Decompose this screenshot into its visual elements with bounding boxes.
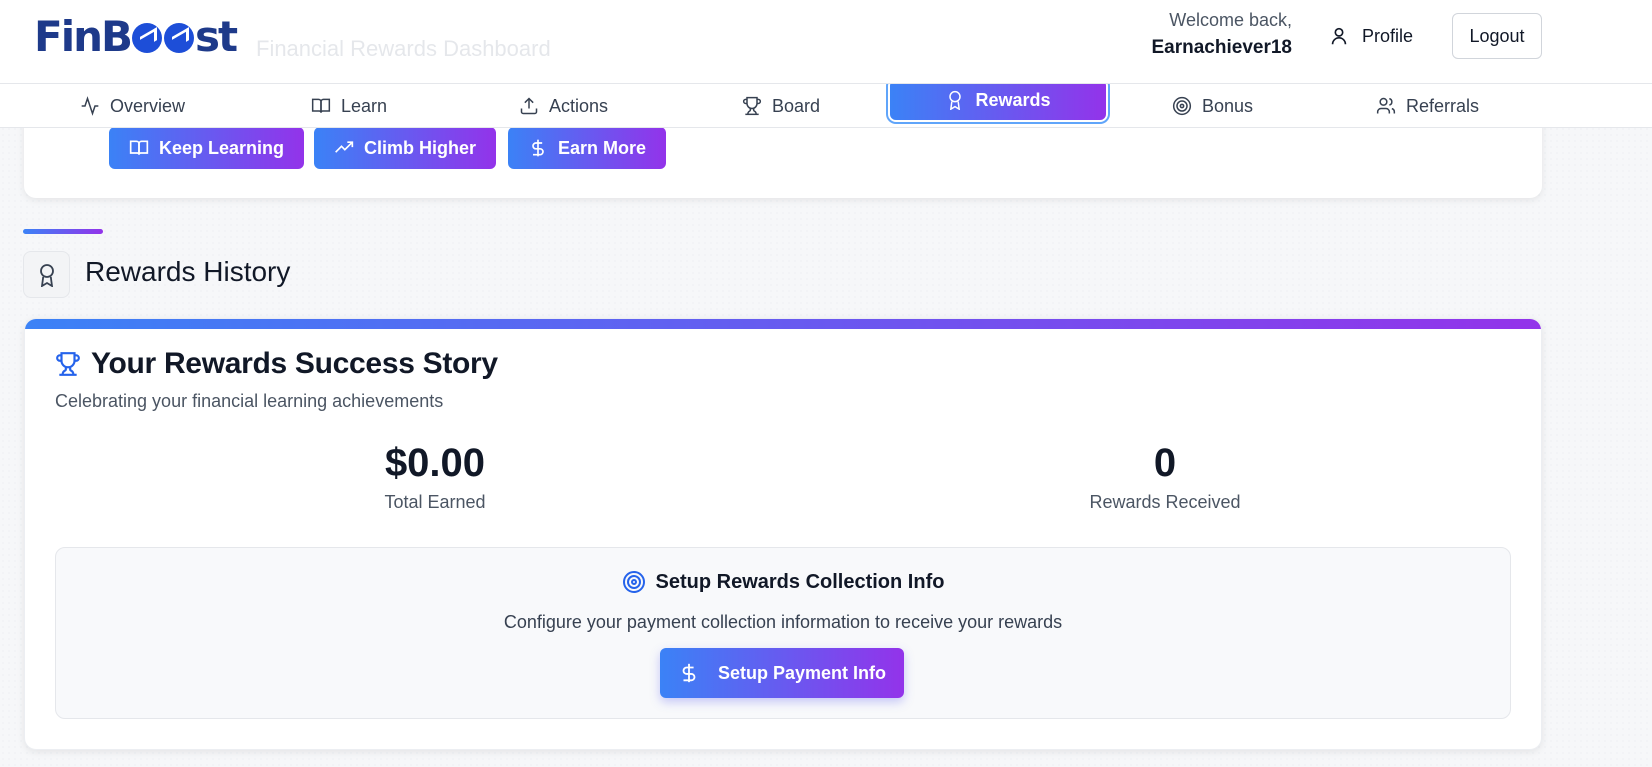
setup-rewards-box: Setup Rewards Collection Info Configure … bbox=[55, 547, 1511, 719]
setup-payment-label: Setup Payment Info bbox=[717, 662, 887, 683]
section-accent-bar bbox=[23, 229, 103, 234]
top-header: FinB st Financial Rewards Dashboard Welc… bbox=[0, 0, 1652, 84]
tab-learn-label: Learn bbox=[341, 95, 388, 116]
rewards-success-card: Your Rewards Success Story Celebrating y… bbox=[24, 318, 1542, 750]
award-icon bbox=[39, 263, 54, 287]
logo-text-suffix: st bbox=[195, 11, 238, 61]
earn-more-label: Earn More bbox=[558, 137, 647, 158]
keep-learning-label: Keep Learning bbox=[159, 137, 285, 158]
finboost-logo[interactable]: FinB st bbox=[34, 10, 238, 62]
trophy-icon bbox=[742, 96, 762, 116]
award-icon bbox=[949, 90, 962, 110]
stat-label: Rewards Received bbox=[1089, 492, 1241, 512]
stat-value: $0.00 bbox=[384, 441, 486, 485]
card-gradient-stripe bbox=[25, 319, 1541, 329]
keep-learning-button[interactable]: Keep Learning bbox=[109, 127, 305, 169]
target-icon bbox=[1172, 96, 1192, 116]
tab-rewards[interactable]: Rewards bbox=[890, 80, 1106, 120]
setup-payment-button[interactable]: Setup Payment Info bbox=[660, 648, 904, 698]
book-open-icon bbox=[311, 98, 331, 113]
tab-bonus-label: Bonus bbox=[1202, 95, 1254, 116]
tab-overview[interactable]: Overview bbox=[80, 84, 185, 128]
setup-description: Configure your payment collection inform… bbox=[503, 612, 1063, 632]
setup-title: Setup Rewards Collection Info bbox=[655, 570, 945, 593]
dollar-sign-icon bbox=[532, 139, 544, 157]
climb-higher-label: Climb Higher bbox=[364, 137, 477, 158]
logo-o-icon bbox=[164, 23, 194, 53]
logo-o-icon bbox=[132, 23, 162, 53]
card-title: Your Rewards Success Story bbox=[55, 347, 498, 381]
tab-board[interactable]: Board bbox=[742, 84, 820, 128]
welcome-text: Welcome back, bbox=[1169, 10, 1292, 30]
stat-value: 0 bbox=[1153, 441, 1177, 485]
section-award-icon-box bbox=[23, 251, 70, 298]
activity-icon bbox=[81, 96, 99, 116]
stat-rewards-received: 0 Rewards Received bbox=[1015, 441, 1315, 513]
tab-actions[interactable]: Actions bbox=[519, 84, 608, 128]
stat-total-earned: $0.00 Total Earned bbox=[285, 441, 585, 513]
logout-button[interactable]: Logout bbox=[1452, 13, 1542, 59]
stat-label: Total Earned bbox=[384, 492, 486, 512]
tab-referrals-label: Referrals bbox=[1406, 95, 1480, 116]
tab-rewards-label: Rewards bbox=[975, 89, 1051, 110]
target-icon bbox=[622, 571, 645, 593]
tab-board-label: Board bbox=[772, 95, 821, 116]
card-title-text: Your Rewards Success Story bbox=[91, 347, 498, 380]
dollar-sign-icon bbox=[682, 663, 696, 683]
section-title: Rewards History bbox=[85, 256, 291, 287]
tab-referrals[interactable]: Referrals bbox=[1376, 84, 1479, 128]
user-icon bbox=[1331, 27, 1347, 45]
tab-learn[interactable]: Learn bbox=[311, 84, 387, 128]
setup-heading: Setup Rewards Collection Info bbox=[56, 570, 1510, 594]
logo-text-prefix: FinB bbox=[34, 11, 133, 61]
profile-button[interactable]: Profile bbox=[1326, 18, 1436, 54]
welcome-block: Welcome back, Earnachiever18 bbox=[1152, 10, 1293, 59]
username: Earnachiever18 bbox=[1151, 37, 1293, 58]
tab-bonus[interactable]: Bonus bbox=[1172, 84, 1253, 128]
climb-higher-button[interactable]: Climb Higher bbox=[314, 127, 497, 169]
header-subtitle: Financial Rewards Dashboard bbox=[256, 36, 551, 61]
earn-more-button[interactable]: Earn More bbox=[508, 127, 667, 169]
card-subtitle: Celebrating your financial learning achi… bbox=[55, 391, 444, 411]
main-tabs: Overview Learn Actions Board Rewards Bon… bbox=[0, 80, 1652, 128]
users-icon bbox=[1376, 97, 1396, 114]
book-open-icon bbox=[129, 140, 149, 155]
trophy-icon bbox=[56, 352, 80, 376]
upload-icon bbox=[520, 97, 538, 115]
trending-up-icon bbox=[335, 141, 354, 153]
tab-overview-label: Overview bbox=[110, 95, 186, 116]
tab-actions-label: Actions bbox=[549, 95, 609, 116]
profile-label: Profile bbox=[1362, 25, 1414, 46]
